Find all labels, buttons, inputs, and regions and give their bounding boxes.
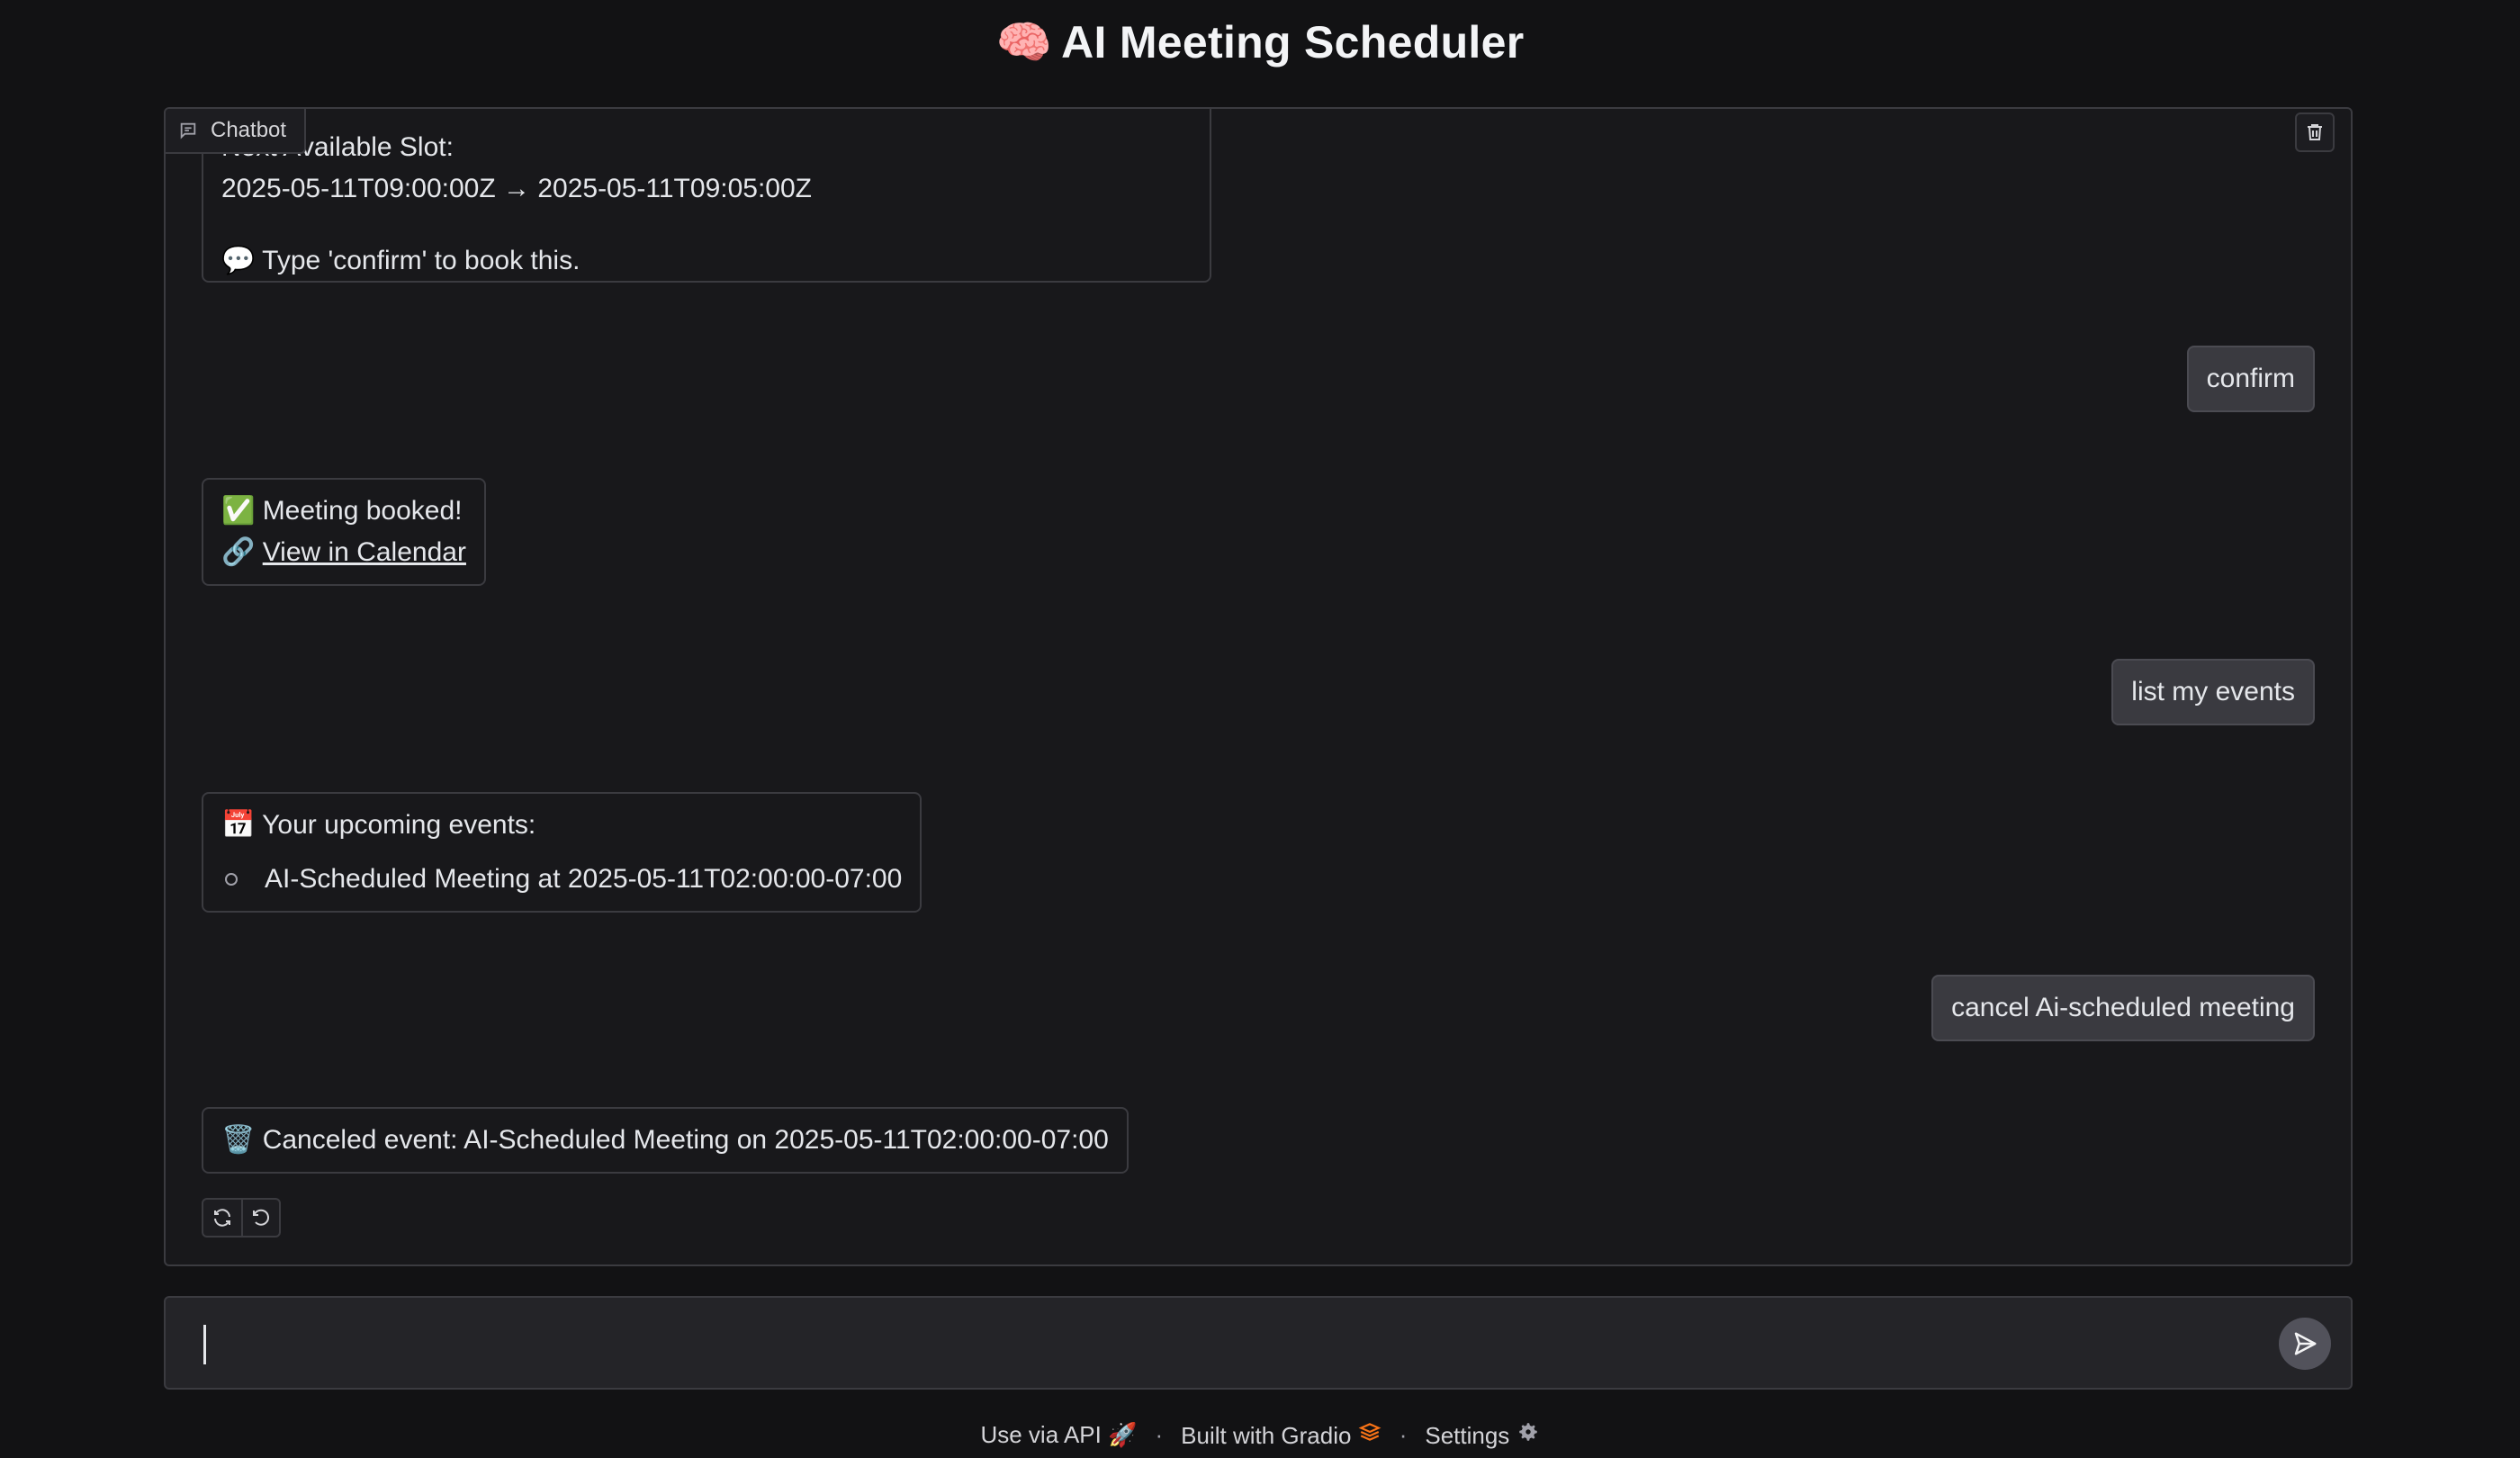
footer-separator: · <box>1155 1421 1164 1448</box>
page-title: 🧠 AI Meeting Scheduler <box>0 16 2520 69</box>
footer: Use via API 🚀 · Built with Gradio · Sett… <box>0 1420 2520 1450</box>
brain-emoji-icon: 🧠 <box>995 17 1053 68</box>
chatbot-panel[interactable]: Chatbot Next Available Slot: 2025-05-11T… <box>164 107 2353 1266</box>
user-message-list: list my events <box>2111 659 2315 725</box>
message-line: 🔗 View in Calendar <box>221 532 466 573</box>
chat-bubble-icon <box>180 122 196 140</box>
bot-message-slot: Next Available Slot: 2025-05-11T09:00:00… <box>202 109 1211 283</box>
retry-button[interactable] <box>203 1200 241 1236</box>
settings-link[interactable]: Settings <box>1425 1420 1539 1450</box>
user-message-text: cancel Ai-scheduled meeting <box>1951 993 2295 1022</box>
bot-message-events: 📅 Your upcoming events: AI-Scheduled Mee… <box>202 792 922 913</box>
message-line: Next Available Slot: <box>221 132 454 162</box>
app-page: 🧠 AI Meeting Scheduler Chatbot Next Avail… <box>0 0 2520 1458</box>
chatbot-label-text: Chatbot <box>211 118 287 142</box>
built-with-gradio-link[interactable]: Built with Gradio <box>1181 1420 1382 1450</box>
send-icon <box>2294 1332 2317 1355</box>
message-line: 💬 Type 'confirm' to book this. <box>221 246 580 275</box>
view-calendar-link[interactable]: View in Calendar <box>263 537 466 567</box>
bot-message-booked: ✅ Meeting booked! 🔗 View in Calendar <box>202 478 486 586</box>
use-via-api-link[interactable]: Use via API 🚀 <box>980 1421 1137 1449</box>
page-title-text: AI Meeting Scheduler <box>1061 17 1525 68</box>
clear-chat-button[interactable] <box>2295 112 2335 152</box>
undo-icon <box>253 1209 269 1226</box>
chatbot-label: Chatbot <box>166 109 307 154</box>
trash-icon <box>2308 124 2322 140</box>
message-line: ✅ Meeting booked! <box>221 496 463 526</box>
user-message-cancel: cancel Ai-scheduled meeting <box>1931 975 2315 1041</box>
bot-message-canceled: 🗑️ Canceled event: AI-Scheduled Meeting … <box>202 1107 1129 1174</box>
message-input[interactable] <box>196 1319 2230 1370</box>
user-message-confirm: confirm <box>2186 346 2315 412</box>
footer-separator: · <box>1399 1421 1408 1448</box>
undo-button[interactable] <box>241 1200 279 1236</box>
user-message-text: list my events <box>2131 677 2295 706</box>
events-heading: 📅 Your upcoming events: <box>221 810 536 840</box>
link-emoji-icon: 🔗 <box>221 537 263 567</box>
text-caret <box>203 1325 206 1364</box>
message-actions <box>202 1198 281 1238</box>
gear-icon <box>1518 1423 1537 1441</box>
message-line: 2025-05-11T09:00:00Z → 2025-05-11T09:05:… <box>221 174 812 203</box>
bot-message-text: 🗑️ Canceled event: AI-Scheduled Meeting … <box>221 1125 1109 1155</box>
user-message-text: confirm <box>2206 364 2295 393</box>
event-item-text: AI-Scheduled Meeting at 2025-05-11T02:00… <box>265 864 903 894</box>
rocket-icon: 🚀 <box>1108 1421 1138 1448</box>
retry-icon <box>214 1209 230 1227</box>
gradio-logo-icon <box>1358 1423 1382 1441</box>
message-input-box[interactable] <box>164 1296 2353 1390</box>
list-item: AI-Scheduled Meeting at 2025-05-11T02:00… <box>221 859 902 900</box>
circle-bullet-icon <box>225 873 238 886</box>
send-button[interactable] <box>2279 1318 2331 1370</box>
